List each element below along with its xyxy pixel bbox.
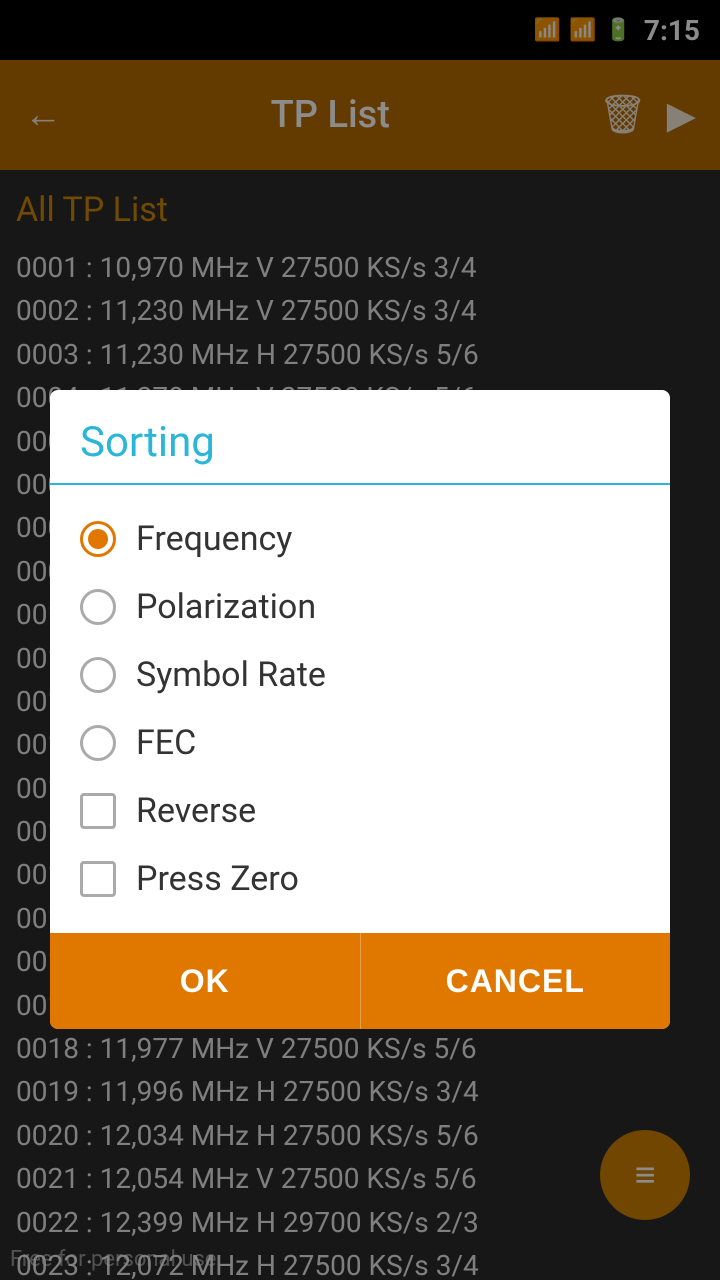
option-presszero[interactable]: Press Zero	[80, 845, 640, 913]
option-frequency[interactable]: Frequency	[80, 505, 640, 573]
radio-fec	[80, 725, 116, 761]
checkbox-presszero	[80, 861, 116, 897]
checkbox-reverse	[80, 793, 116, 829]
label-reverse: Reverse	[136, 791, 256, 831]
radio-polarization	[80, 589, 116, 625]
option-symbolrate[interactable]: Symbol Rate	[80, 641, 640, 709]
option-reverse[interactable]: Reverse	[80, 777, 640, 845]
label-polarization: Polarization	[136, 587, 316, 627]
label-frequency: Frequency	[136, 519, 292, 559]
label-fec: FEC	[136, 723, 196, 763]
radio-symbolrate	[80, 657, 116, 693]
option-polarization[interactable]: Polarization	[80, 573, 640, 641]
option-fec[interactable]: FEC	[80, 709, 640, 777]
dialog-options: Frequency Polarization Symbol Rate FEC Rever…	[80, 505, 640, 913]
radio-frequency	[80, 521, 116, 557]
label-presszero: Press Zero	[136, 859, 299, 899]
cancel-button[interactable]: CANCEL	[361, 933, 671, 1029]
dialog-buttons: OK CANCEL	[50, 933, 670, 1029]
dialog-title: Sorting	[80, 418, 215, 467]
sorting-dialog: Sorting Frequency Polarization Symbol Rate…	[50, 390, 670, 1029]
dialog-body: Frequency Polarization Symbol Rate FEC Rever…	[50, 485, 670, 933]
ok-button[interactable]: OK	[50, 933, 361, 1029]
dialog-title-area: Sorting	[50, 390, 670, 485]
label-symbolrate: Symbol Rate	[136, 655, 326, 695]
